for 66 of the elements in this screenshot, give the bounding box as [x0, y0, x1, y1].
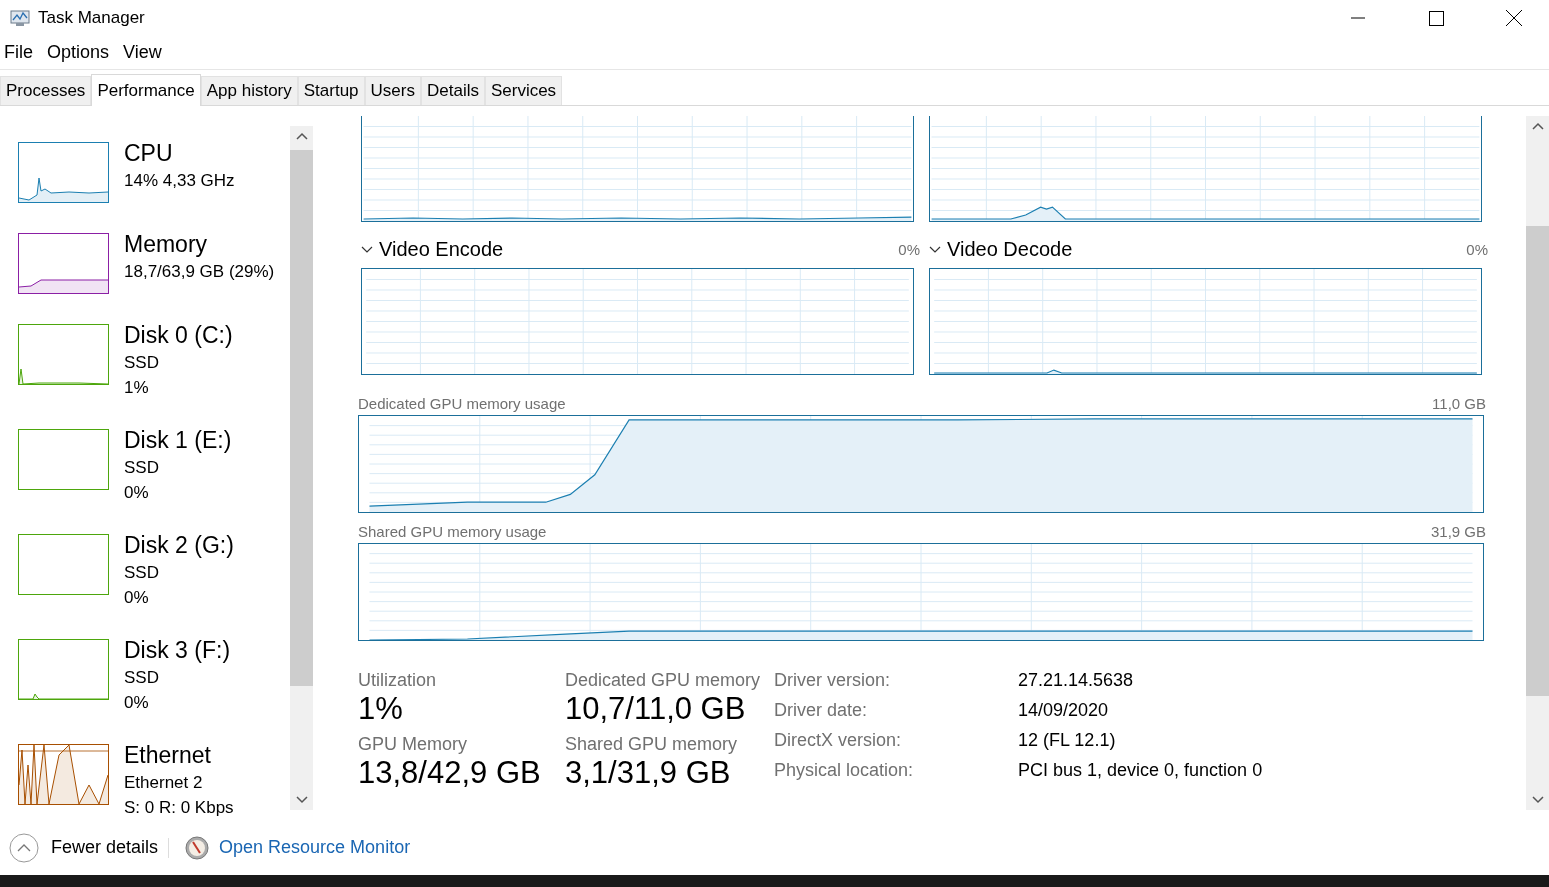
device-name[interactable]: CPU	[124, 138, 235, 168]
maximize-icon	[1428, 10, 1444, 26]
device-name[interactable]: Disk 1 (E:)	[124, 425, 232, 455]
detail-label: Driver date:	[774, 699, 869, 721]
scrollbar[interactable]	[1526, 116, 1549, 810]
engine-name: Video Encode	[379, 237, 505, 261]
close-icon	[1506, 10, 1522, 26]
device-name[interactable]: Disk 0 (C:)	[124, 320, 233, 350]
menu-item[interactable]: File	[4, 42, 33, 63]
engine-reading: 0%	[898, 240, 920, 258]
device-detail: S: 0 R: 0 Kbps	[124, 797, 234, 819]
task-manager-icon	[10, 9, 30, 27]
stat-label: Shared GPU memory	[565, 733, 739, 755]
device-detail: 18,7/63,9 GB (29%)	[124, 261, 275, 283]
device-detail: 0%	[124, 587, 150, 609]
window-title: Task Manager	[38, 8, 146, 28]
resource-monitor-link[interactable]: Open Resource Monitor	[219, 837, 411, 858]
gauge-icon	[185, 835, 210, 860]
device-detail: SSD	[124, 562, 160, 584]
graph-maximum: 31,9 GB	[1430, 523, 1486, 542]
stat-value: 13,8/42,9 GB	[358, 755, 542, 791]
detail-value: PCI bus 1, device 0, function 0	[1018, 759, 1263, 781]
menu-item[interactable]: Options	[47, 42, 110, 63]
menu-item[interactable]: View	[123, 42, 162, 63]
stat-value: 10,7/11,0 GB	[565, 691, 747, 727]
tab[interactable]: App history	[200, 76, 298, 105]
device-detail: 0%	[124, 482, 150, 504]
device-detail: SSD	[124, 667, 160, 689]
engine-reading: 0%	[1466, 240, 1488, 258]
tab[interactable]: Services	[484, 76, 563, 105]
graph-label: Dedicated GPU memory usage	[358, 395, 566, 414]
tab[interactable]: Performance	[91, 74, 201, 106]
tab[interactable]: Startup	[297, 76, 365, 105]
device-detail: 14% 4,33 GHz	[124, 170, 235, 192]
detail-value: 14/09/2020	[1018, 699, 1110, 721]
detail-value: 27.21.14.5638	[1018, 669, 1135, 691]
device-detail: 0%	[124, 692, 150, 714]
device-name[interactable]: Disk 2 (G:)	[124, 530, 234, 560]
stat-label: Utilization	[358, 669, 438, 691]
chevron-down-icon[interactable]	[361, 244, 373, 254]
device-name[interactable]: Disk 3 (F:)	[124, 635, 231, 665]
scrollbar[interactable]	[290, 126, 313, 810]
device-detail: SSD	[124, 457, 160, 479]
engine-name: Video Decode	[947, 237, 1074, 261]
minimize-icon	[1351, 17, 1365, 19]
fewer-details-button[interactable]: Fewer details	[9, 832, 159, 863]
chevron-down-icon[interactable]	[929, 244, 941, 254]
device-detail: SSD	[124, 352, 160, 374]
device-detail: 1%	[124, 377, 150, 399]
tab[interactable]: Processes	[0, 76, 92, 105]
tab[interactable]: Details	[420, 76, 485, 105]
stat-label: Dedicated GPU memory	[565, 669, 762, 691]
device-name[interactable]: Memory	[124, 229, 275, 259]
graph-label: Shared GPU memory usage	[358, 523, 547, 542]
device-detail: Ethernet 2	[124, 772, 204, 794]
chevron-up-icon	[9, 832, 39, 863]
stat-value: 3,1/31,9 GB	[565, 755, 732, 791]
tab[interactable]: Users	[364, 76, 421, 105]
detail-value: 12 (FL 12.1)	[1018, 729, 1117, 751]
stat-value: 1%	[358, 691, 404, 727]
graph-maximum: 11,0 GB	[1432, 395, 1486, 414]
detail-label: Driver version:	[774, 669, 892, 691]
device-name[interactable]: Ethernet	[124, 740, 234, 770]
detail-label: Physical location:	[774, 759, 915, 781]
stat-label: GPU Memory	[358, 733, 468, 755]
detail-label: DirectX version:	[774, 729, 903, 751]
